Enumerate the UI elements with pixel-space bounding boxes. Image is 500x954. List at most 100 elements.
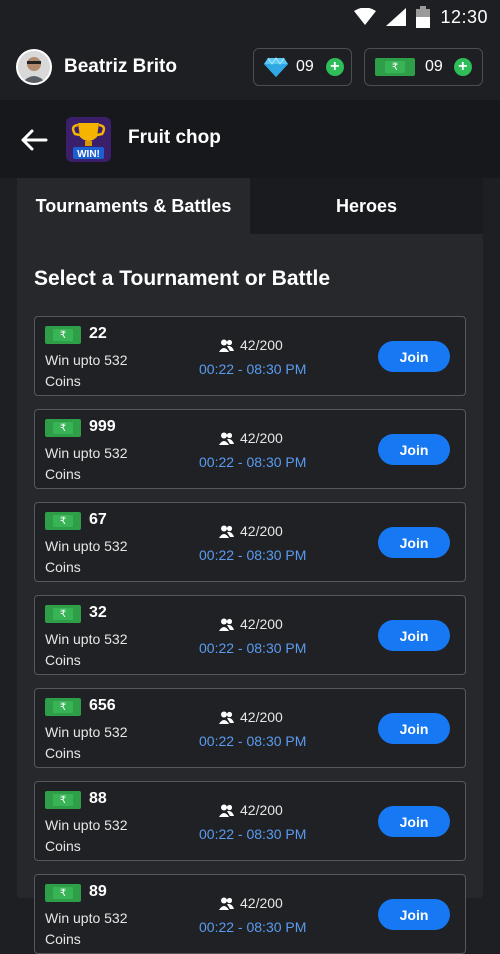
time-range: 00:22 - 08:30 PM [199,826,307,842]
players-value: 42/200 [240,430,283,446]
tab-tournaments-battles[interactable]: Tournaments & Battles [17,178,250,234]
rupee-symbol: ₹ [53,608,73,620]
avatar[interactable] [16,49,52,85]
gems-balance[interactable]: 09 + [253,48,352,86]
avatar-image [18,51,50,83]
prize-line1: Win upto 532 [45,631,128,647]
join-button[interactable]: Join [378,434,450,465]
rupee-symbol: ₹ [385,61,405,73]
prize-line2: Coins [45,559,81,575]
game-icon: WIN! [66,117,111,162]
time-range: 00:22 - 08:30 PM [199,640,307,656]
prize-text: Win upto 532 Coins [45,815,155,857]
players-count: 42/200 [219,523,283,539]
entry-fee: 88 [89,790,107,807]
users-icon [219,897,234,910]
tournament-card[interactable]: ₹ 32 Win upto 532 Coins 42/200 00:22 - 0… [34,595,466,675]
game-title: Fruit chop [128,127,221,148]
entry-fee: 999 [89,418,116,435]
time-range: 00:22 - 08:30 PM [199,919,307,935]
users-icon [219,711,234,724]
prize-line2: Coins [45,652,81,668]
players-value: 42/200 [240,616,283,632]
join-button[interactable]: Join [378,806,450,837]
players-value: 42/200 [240,523,283,539]
prize-line2: Coins [45,745,81,761]
username: Beatriz Brito [64,56,177,77]
tournament-card[interactable]: ₹ 88 Win upto 532 Coins 42/200 00:22 - 0… [34,781,466,861]
entry-fee: 22 [89,325,107,342]
rupee-symbol: ₹ [53,794,73,806]
battery-icon [416,6,431,28]
players-value: 42/200 [240,802,283,818]
add-cash-plus-icon[interactable]: + [453,58,472,76]
status-time: 12:30 [440,6,488,27]
section-title: Select a Tournament or Battle [34,267,331,290]
players-value: 42/200 [240,709,283,725]
cash-value: 09 [425,58,443,75]
rupee-note-icon: ₹ [45,698,81,716]
prize-text: Win upto 532 Coins [45,443,155,485]
rupee-note-icon: ₹ [45,884,81,902]
status-bar: 12:30 [0,0,500,34]
rupee-note-icon: ₹ [375,58,415,76]
tournament-card[interactable]: ₹ 999 Win upto 532 Coins 42/200 00:22 - … [34,409,466,489]
join-button[interactable]: Join [378,713,450,744]
diamond-icon [264,57,288,77]
add-gems-plus-icon[interactable]: + [325,58,344,76]
prize-line2: Coins [45,838,81,854]
join-button[interactable]: Join [378,620,450,651]
tournament-card[interactable]: ₹ 67 Win upto 532 Coins 42/200 00:22 - 0… [34,502,466,582]
prize-line1: Win upto 532 [45,352,128,368]
prize-text: Win upto 532 Coins [45,350,155,392]
players-count: 42/200 [219,337,283,353]
rupee-note-icon: ₹ [45,512,81,530]
rupee-note-icon: ₹ [45,791,81,809]
tournament-card[interactable]: ₹ 89 Win upto 532 Coins 42/200 00:22 - 0… [34,874,466,954]
prize-text: Win upto 532 Coins [45,722,155,764]
tab-heroes[interactable]: Heroes [250,178,483,234]
entry-fee: 32 [89,604,107,621]
trophy-icon: WIN! [66,117,111,162]
back-arrow-icon[interactable] [20,128,48,152]
tournament-card[interactable]: ₹ 656 Win upto 532 Coins 42/200 00:22 - … [34,688,466,768]
entry-fee: 67 [89,511,107,528]
prize-line2: Coins [45,373,81,389]
users-icon [219,525,234,538]
entry-fee: 656 [89,697,116,714]
time-range: 00:22 - 08:30 PM [199,454,307,470]
players-count: 42/200 [219,430,283,446]
users-icon [219,618,234,631]
prize-line2: Coins [45,931,81,947]
entry-fee: 89 [89,883,107,900]
rupee-symbol: ₹ [53,515,73,527]
prize-text: Win upto 532 Coins [45,629,155,671]
players-count: 42/200 [219,616,283,632]
rupee-symbol: ₹ [53,329,73,341]
join-button[interactable]: Join [378,527,450,558]
users-icon [219,804,234,817]
join-button[interactable]: Join [378,899,450,930]
time-range: 00:22 - 08:30 PM [199,733,307,749]
players-count: 42/200 [219,802,283,818]
gems-value: 09 [296,58,314,75]
prize-line1: Win upto 532 [45,910,128,926]
prize-line1: Win upto 532 [45,817,128,833]
rupee-note-icon: ₹ [45,419,81,437]
cash-balance[interactable]: ₹ 09 + [364,48,483,86]
signal-icon [386,8,407,26]
users-icon [219,432,234,445]
prize-line2: Coins [45,466,81,482]
join-button[interactable]: Join [378,341,450,372]
time-range: 00:22 - 08:30 PM [199,547,307,563]
prize-line1: Win upto 532 [45,445,128,461]
rupee-symbol: ₹ [53,701,73,713]
rupee-symbol: ₹ [53,422,73,434]
players-count: 42/200 [219,709,283,725]
rupee-note-icon: ₹ [45,326,81,344]
players-count: 42/200 [219,895,283,911]
prize-text: Win upto 532 Coins [45,908,155,950]
tournament-card[interactable]: ₹ 22 Win upto 532 Coins 42/200 00:22 - 0… [34,316,466,396]
game-icon-label: WIN! [77,149,100,160]
rupee-note-icon: ₹ [45,605,81,623]
